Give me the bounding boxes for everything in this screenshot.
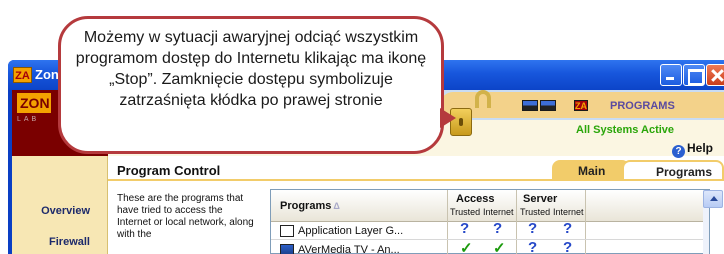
maximize-button[interactable]: [683, 64, 705, 86]
tab-programs[interactable]: Programs: [622, 160, 724, 180]
help-icon: ?: [672, 145, 685, 158]
server-trusted-cell[interactable]: ?: [528, 239, 537, 254]
program-name: Application Layer G...: [298, 225, 404, 237]
tab-programs-label: Programs: [656, 165, 713, 179]
column-header-programs-label: Programs: [280, 200, 332, 212]
program-name: AVerMedia TV - An...: [298, 244, 400, 254]
nav-item-overview[interactable]: Overview: [0, 205, 96, 217]
close-button[interactable]: [706, 64, 724, 86]
scroll-up-button[interactable]: [703, 190, 723, 208]
column-group-access: Access: [456, 193, 495, 205]
column-header-server-internet[interactable]: Internet: [553, 207, 584, 217]
callout-text: Możemy w sytuacji awaryjnej odciąć wszys…: [75, 29, 427, 109]
tab-main-label: Main: [578, 164, 606, 178]
server-internet-cell[interactable]: ?: [563, 220, 572, 237]
access-trusted-cell[interactable]: ✓: [460, 239, 473, 254]
help-link[interactable]: ? Help: [672, 141, 713, 158]
column-header-access-trusted[interactable]: Trusted: [450, 207, 480, 217]
minimize-button[interactable]: [660, 64, 682, 86]
access-internet-cell[interactable]: ✓: [493, 239, 506, 254]
network-traffic-icon: [540, 100, 556, 111]
application-icon: [280, 225, 294, 237]
application-icon: [280, 244, 294, 254]
tab-main[interactable]: Main: [552, 160, 630, 180]
column-header-programs[interactable]: Programs Δ: [280, 200, 340, 212]
access-trusted-cell[interactable]: ?: [460, 220, 469, 237]
tab-divider: [108, 179, 724, 181]
lock-keyhole-icon: [459, 118, 463, 126]
nav-item-firewall[interactable]: Firewall: [0, 236, 96, 248]
screenshot: ZA Zone ZON LAB ZA PROGRAMS All Systems …: [0, 0, 724, 254]
column-header-access-internet[interactable]: Internet: [483, 207, 514, 217]
panel-title: Program Control: [117, 163, 221, 178]
server-internet-cell[interactable]: ?: [563, 239, 572, 254]
zonealarm-logo: ZON: [17, 93, 51, 113]
sort-arrow-icon: Δ: [333, 201, 340, 211]
programs-indicator-label: PROGRAMS: [610, 100, 675, 112]
callout-pointer: [440, 108, 456, 128]
zonealarm-app-icon[interactable]: ZA: [13, 67, 32, 83]
column-header-server-trusted[interactable]: Trusted: [520, 207, 550, 217]
panel-description: These are the programs that have tried t…: [117, 193, 254, 240]
logo-subtitle: LAB: [17, 116, 40, 123]
lock-shackle-icon[interactable]: [475, 90, 491, 108]
column-group-server: Server: [523, 193, 558, 205]
internet-traffic-icon: [522, 100, 538, 111]
status-text: All Systems Active: [576, 124, 675, 136]
access-internet-cell[interactable]: ?: [493, 220, 502, 237]
server-trusted-cell[interactable]: ?: [528, 220, 537, 237]
zonealarm-program-icon[interactable]: ZA: [574, 100, 588, 111]
help-label: Help: [687, 141, 714, 155]
